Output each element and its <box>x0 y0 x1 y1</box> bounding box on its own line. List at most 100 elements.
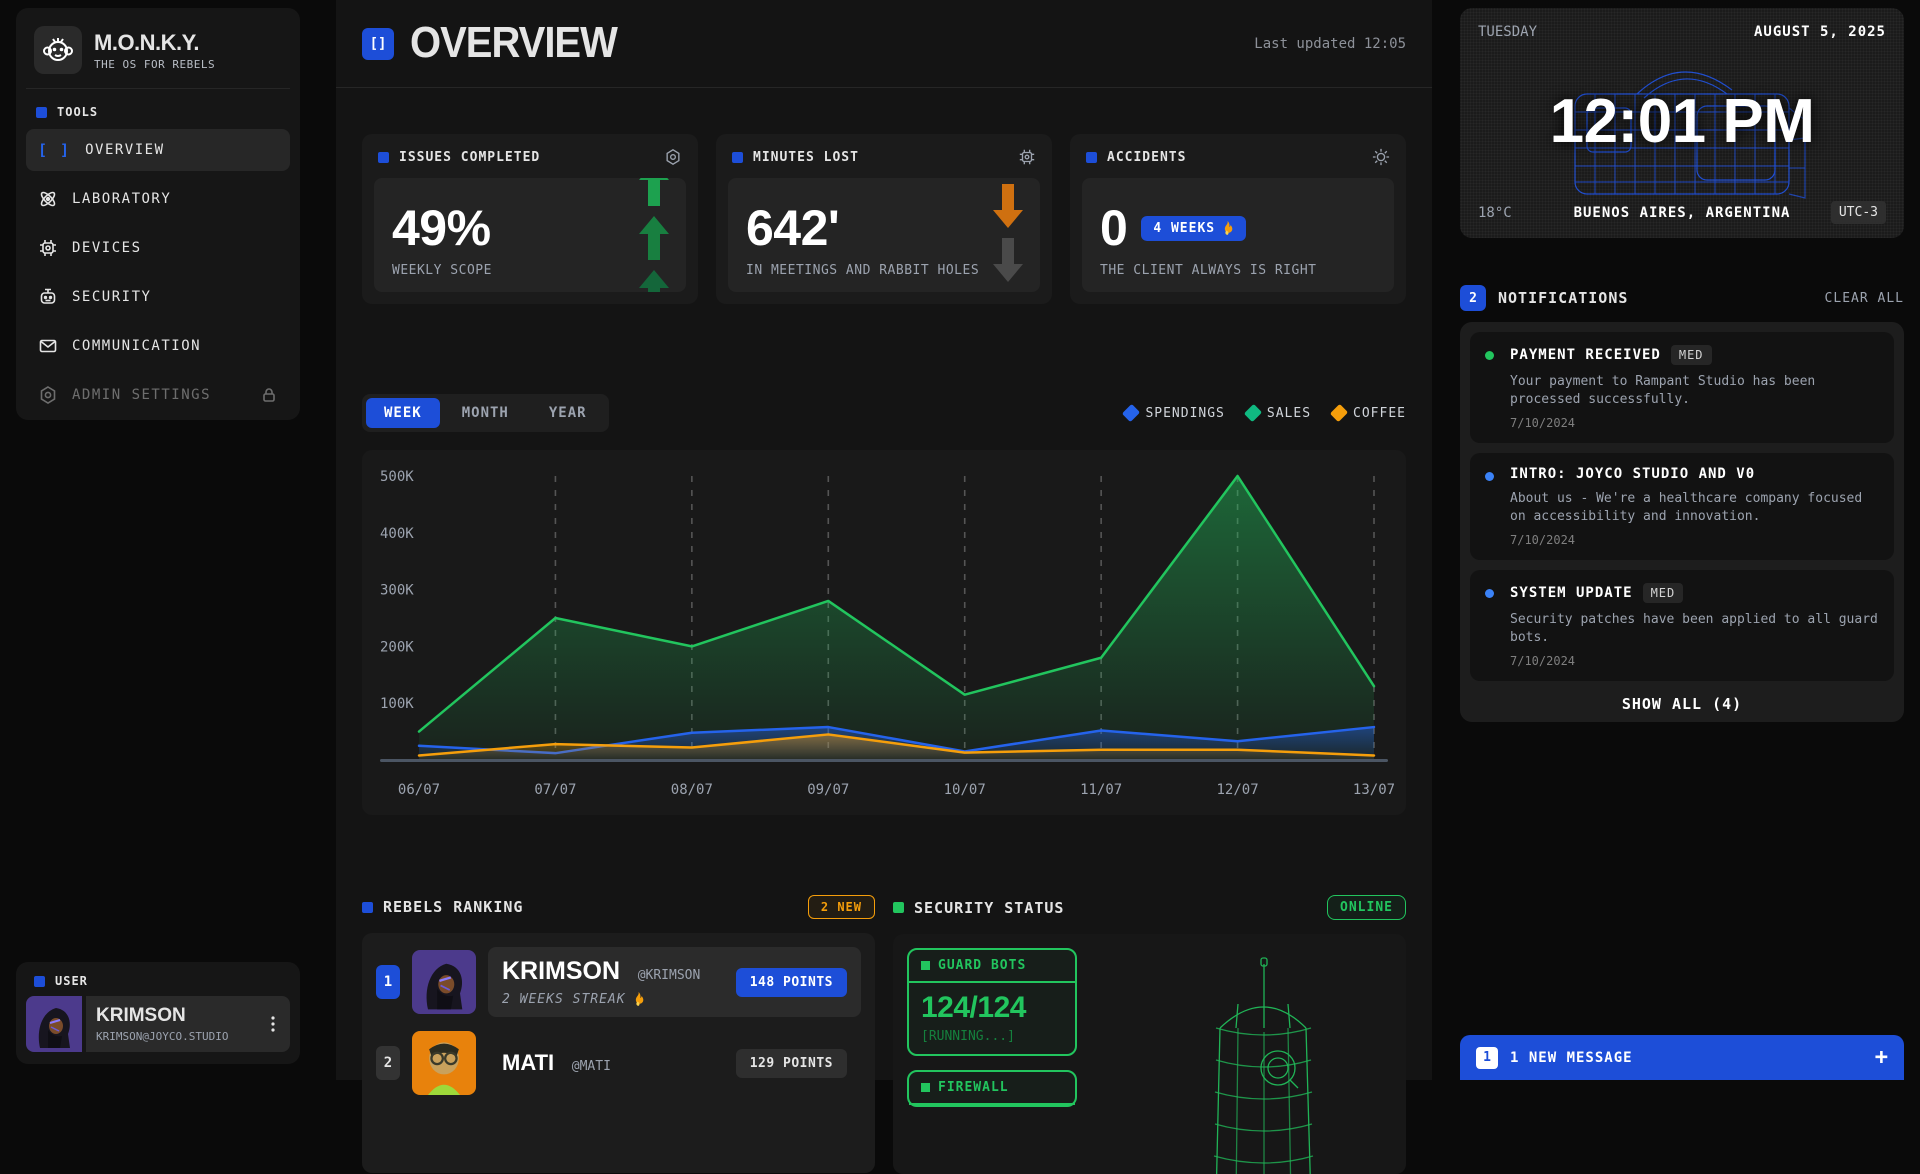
overview-brackets-icon: [] <box>362 28 394 60</box>
message-label: 1 NEW MESSAGE <box>1510 1050 1633 1066</box>
sidebar-item-security[interactable]: SECURITY <box>26 276 290 318</box>
page-header: [] OVERVIEW Last updated 12:05 <box>336 0 1432 88</box>
avatar <box>412 1031 476 1095</box>
priority-badge: MED <box>1671 345 1712 365</box>
range-tabs: WEEK MONTH YEAR <box>362 394 609 432</box>
user-name: KRIMSON <box>96 1005 228 1027</box>
rank-badge: 1 <box>376 965 400 999</box>
stat-card-minutes-lost: MINUTES LOST 642' IN MEETINGS AND RABBIT… <box>716 134 1052 304</box>
status-dot <box>1485 351 1494 360</box>
svg-text:07/07: 07/07 <box>534 782 576 798</box>
sunburst-icon[interactable] <box>1372 148 1390 166</box>
stat-caption: IN MEETINGS AND RABBIT HOLES <box>746 263 1022 278</box>
notification-date: 7/10/2024 <box>1510 654 1878 668</box>
sidebar-item-devices[interactable]: DEVICES <box>26 227 290 269</box>
stat-value-box: 0 4 WEEKS THE CLIENT ALWAYS IS RIGHT <box>1082 178 1394 292</box>
main-content: [] OVERVIEW Last updated 12:05 ISSUES CO… <box>336 0 1432 1080</box>
status-dot <box>1485 589 1494 598</box>
clear-all-button[interactable]: CLEAR ALL <box>1825 291 1904 306</box>
mail-icon <box>38 336 58 356</box>
diamond-icon <box>1244 404 1262 422</box>
new-message-bar[interactable]: 1 1 NEW MESSAGE + <box>1460 1035 1904 1080</box>
stat-value: 49% <box>392 203 668 253</box>
points-badge: 129 POINTS <box>736 1049 847 1078</box>
sidebar-item-overview[interactable]: [ ] OVERVIEW <box>26 129 290 171</box>
blue-square-bullet <box>362 902 373 913</box>
user-card[interactable]: KRIMSON KRIMSON@JOYCO.STUDIO <box>26 996 290 1052</box>
sidebar: M.O.N.K.Y. THE OS FOR REBELS TOOLS [ ] O… <box>16 8 300 420</box>
new-badge: 2 NEW <box>808 895 875 919</box>
legend-coffee[interactable]: COFFEE <box>1333 406 1406 421</box>
legend-sales[interactable]: SALES <box>1247 406 1311 421</box>
ranking-row-2[interactable]: 2 MATI @MA <box>376 1031 861 1095</box>
ranking-title: REBELS RANKING <box>383 898 523 916</box>
tab-month[interactable]: MONTH <box>444 398 527 428</box>
guard-bots-count: 124/124 <box>921 991 1063 1025</box>
rank-name: MATI <box>502 1050 554 1075</box>
hex-gear-icon <box>38 385 58 405</box>
notifications-panel: PAYMENT RECEIVED MED Your payment to Ram… <box>1460 322 1904 722</box>
chart-controls: WEEK MONTH YEAR SPENDINGS SALES COFFEE <box>362 394 1406 432</box>
blue-square-bullet <box>34 976 45 987</box>
svg-text:200K: 200K <box>380 639 414 655</box>
blue-square-bullet <box>36 107 47 118</box>
blue-square-bullet <box>732 152 743 163</box>
notification-body: About us - We're a healthcare company fo… <box>1510 490 1878 525</box>
svg-text:11/07: 11/07 <box>1080 782 1122 798</box>
stat-title: MINUTES LOST <box>753 150 859 165</box>
chip-icon[interactable] <box>1018 148 1036 166</box>
notification-date: 7/10/2024 <box>1510 533 1878 547</box>
online-badge: ONLINE <box>1327 895 1406 920</box>
security-body: GUARD BOTS 124/124 [RUNNING...] FIREWALL <box>893 934 1406 1174</box>
temperature: 18°C <box>1478 205 1512 221</box>
chip-icon <box>38 238 58 258</box>
stat-value-box: 49% WEEKLY SCOPE <box>374 178 686 292</box>
user-avatar <box>26 996 82 1052</box>
more-options-icon[interactable] <box>266 1015 280 1033</box>
stats-row: ISSUES COMPLETED 49% WEEKLY SCOPE <box>362 134 1406 304</box>
brackets-icon: [ ] <box>38 141 71 159</box>
sidebar-item-communication[interactable]: COMMUNICATION <box>26 325 290 367</box>
tab-week[interactable]: WEEK <box>366 398 440 428</box>
ranking-row-1[interactable]: 1 KRIMS <box>376 947 861 1017</box>
app-subtitle: THE OS FOR REBELS <box>94 58 215 71</box>
page-title: OVERVIEW <box>410 19 617 68</box>
notification-intro[interactable]: INTRO: JOYCO STUDIO AND V0 About us - We… <box>1470 453 1894 560</box>
last-updated: Last updated 12:05 <box>1254 36 1406 52</box>
svg-text:500K: 500K <box>380 469 414 485</box>
sidebar-item-admin-settings[interactable]: ADMIN SETTINGS <box>26 374 290 416</box>
show-all-button[interactable]: SHOW ALL (4) <box>1470 681 1894 719</box>
svg-text:08/07: 08/07 <box>671 782 713 798</box>
notifications-header: 2 NOTIFICATIONS CLEAR ALL <box>1460 285 1904 311</box>
rank-badge: 2 <box>376 1046 400 1080</box>
rank-streak: 2 WEEKS STREAK <box>502 992 700 1007</box>
plus-icon[interactable]: + <box>1875 1045 1888 1070</box>
notification-count-badge: 2 <box>1460 285 1486 311</box>
sidebar-item-laboratory[interactable]: LABORATORY <box>26 178 290 220</box>
clock-date: AUGUST 5, 2025 <box>1754 24 1886 40</box>
firewall-box: FIREWALL <box>907 1070 1077 1107</box>
stat-title: ACCIDENTS <box>1107 150 1186 165</box>
legend-spendings[interactable]: SPENDINGS <box>1125 406 1224 421</box>
status-dot <box>1485 472 1494 481</box>
sidebar-user-panel: USER KRIMSON KRIMSON@JOYCO.STUDIO <box>16 962 300 1064</box>
notification-payment-received[interactable]: PAYMENT RECEIVED MED Your payment to Ram… <box>1470 332 1894 443</box>
flame-icon <box>1221 221 1234 236</box>
message-count-badge: 1 <box>1476 1047 1498 1069</box>
blue-square-bullet <box>378 152 389 163</box>
guard-bots-state: [RUNNING...] <box>921 1029 1063 1044</box>
priority-badge: MED <box>1643 583 1684 603</box>
svg-text:12/07: 12/07 <box>1216 782 1258 798</box>
diamond-icon <box>1330 404 1348 422</box>
svg-text:09/07: 09/07 <box>807 782 849 798</box>
notification-date: 7/10/2024 <box>1510 416 1878 430</box>
stat-caption: THE CLIENT ALWAYS IS RIGHT <box>1100 263 1376 278</box>
svg-text:06/07: 06/07 <box>398 782 440 798</box>
tab-year[interactable]: YEAR <box>531 398 605 428</box>
notification-system-update[interactable]: SYSTEM UPDATE MED Security patches have … <box>1470 570 1894 681</box>
svg-text:400K: 400K <box>380 526 414 542</box>
app-logo-row: M.O.N.K.Y. THE OS FOR REBELS <box>26 18 290 89</box>
sidebar-nav: [ ] OVERVIEW LABORATORY DEVICES <box>26 129 290 416</box>
svg-text:10/07: 10/07 <box>944 782 986 798</box>
hex-gear-icon[interactable] <box>664 148 682 166</box>
